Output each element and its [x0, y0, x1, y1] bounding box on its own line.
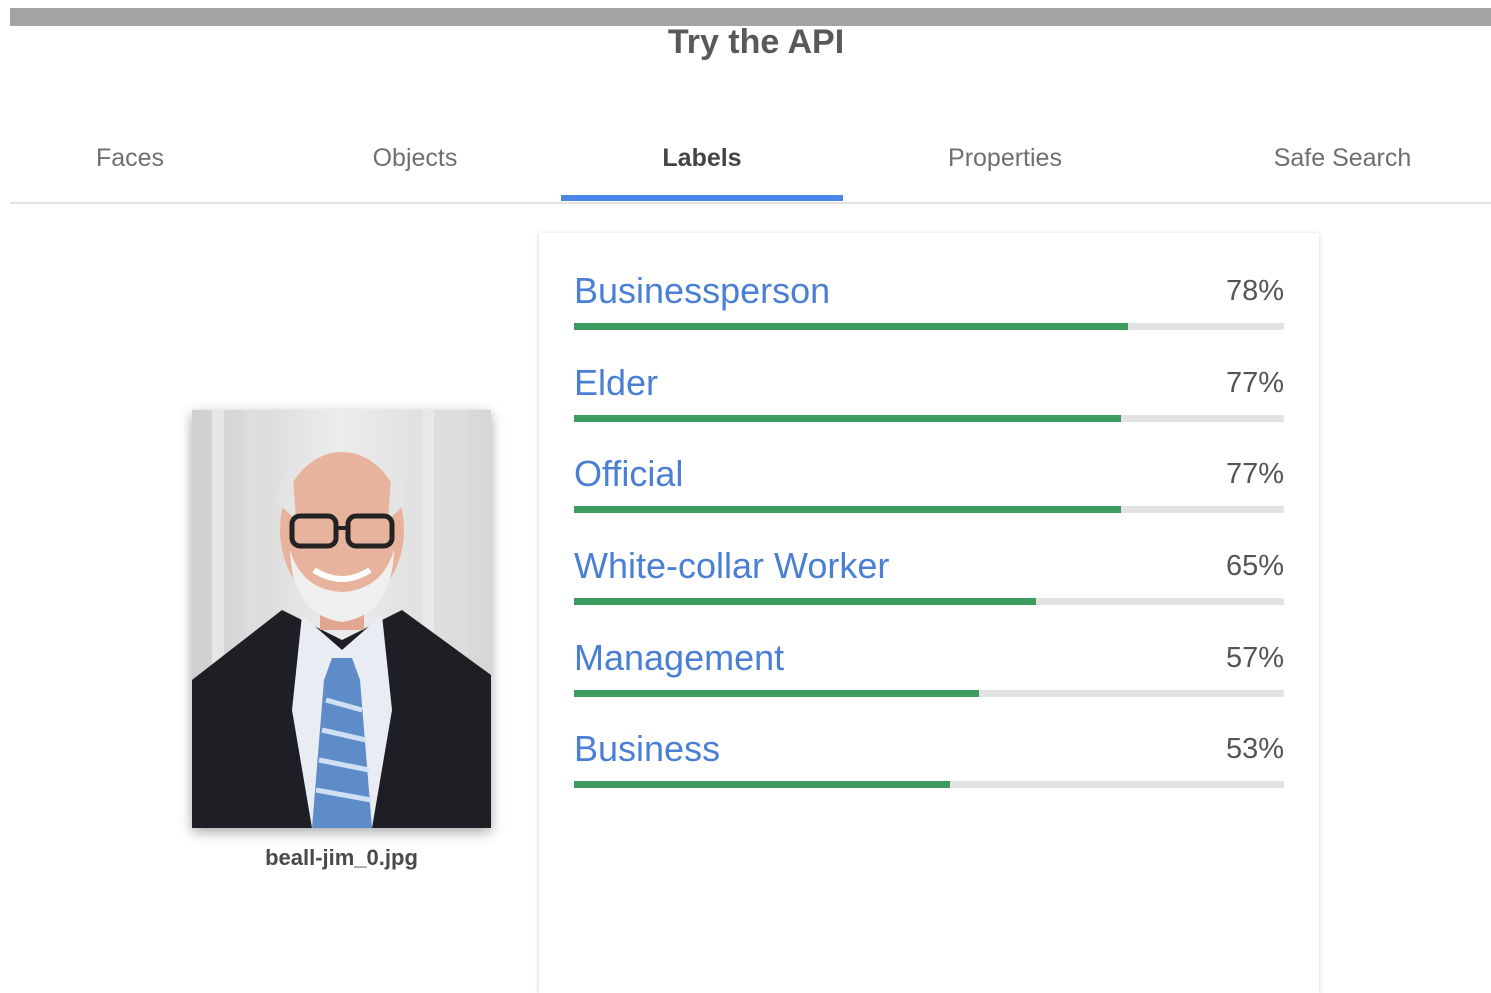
label-name[interactable]: White-collar Worker	[574, 544, 889, 588]
label-name[interactable]: Management	[574, 636, 784, 680]
label-row-business: Business 53%	[574, 727, 1284, 807]
tab-faces[interactable]: Faces	[55, 142, 205, 202]
confidence-bar-track	[574, 598, 1284, 605]
active-tab-indicator	[561, 195, 843, 201]
confidence-bar-fill	[574, 506, 1121, 513]
labels-results-panel: Businessperson 78% Elder 77% Official 77…	[539, 233, 1319, 993]
tab-bar: Faces Objects Labels Properties Safe Sea…	[10, 120, 1491, 204]
label-row-white-collar-worker: White-collar Worker 65%	[574, 544, 1284, 624]
tab-safe-search[interactable]: Safe Search	[1245, 142, 1440, 202]
confidence-bar-fill	[574, 690, 979, 697]
label-row-elder: Elder 77%	[574, 361, 1284, 441]
confidence-bar-fill	[574, 415, 1121, 422]
label-score: 78%	[1225, 275, 1284, 307]
uploaded-image[interactable]	[192, 410, 491, 828]
tab-labels[interactable]: Labels	[602, 142, 802, 202]
confidence-bar-track	[574, 506, 1284, 513]
image-file-name: beall-jim_0.jpg	[265, 845, 418, 870]
confidence-bar-fill	[574, 781, 951, 788]
label-row-official: Official 77%	[574, 452, 1284, 532]
label-row-businessperson: Businessperson 78%	[574, 269, 1284, 349]
label-score: 77%	[1225, 367, 1284, 399]
confidence-bar-track	[574, 415, 1284, 422]
label-score: 57%	[1225, 642, 1284, 674]
confidence-bar-track	[574, 323, 1284, 330]
label-row-management: Management 57%	[574, 636, 1284, 716]
confidence-bar-fill	[574, 598, 1036, 605]
portrait-photo	[192, 410, 491, 828]
page-title: Try the API	[667, 23, 845, 61]
tab-properties[interactable]: Properties	[910, 142, 1100, 202]
confidence-bar-fill	[574, 323, 1128, 330]
label-name[interactable]: Official	[574, 452, 683, 496]
confidence-bar-track	[574, 690, 1284, 697]
label-score: 53%	[1225, 733, 1284, 765]
confidence-bar-track	[574, 781, 1284, 788]
label-score: 65%	[1225, 550, 1284, 582]
label-name[interactable]: Business	[574, 727, 720, 771]
tab-objects[interactable]: Objects	[340, 142, 490, 202]
label-score: 77%	[1225, 458, 1284, 490]
label-name[interactable]: Businessperson	[574, 269, 830, 313]
label-name[interactable]: Elder	[574, 361, 658, 405]
